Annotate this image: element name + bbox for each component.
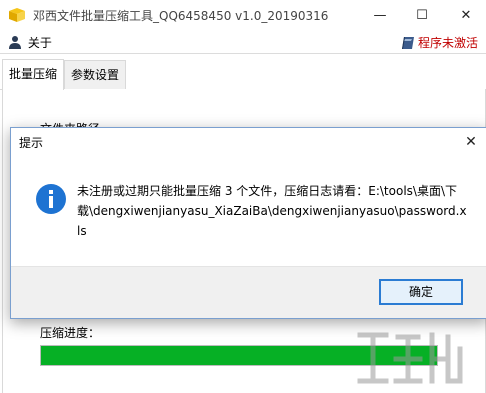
tab-strip: 批量压缩 参数设置 <box>0 59 486 90</box>
maximize-button[interactable]: ☐ <box>402 0 442 31</box>
book-icon <box>401 37 414 49</box>
dialog-titlebar: 提示 ✕ <box>11 128 486 157</box>
tab-settings[interactable]: 参数设置 <box>64 60 127 89</box>
window-title: 邓西文件批量压缩工具_QQ6458450 v1.0_20190316 <box>33 9 329 23</box>
close-button[interactable]: ✕ <box>446 0 486 31</box>
user-icon <box>9 36 21 49</box>
dialog-close-button[interactable]: ✕ <box>454 128 486 157</box>
dialog-footer: 确定 <box>11 266 486 318</box>
minimize-button[interactable]: — <box>360 0 400 31</box>
ok-button[interactable]: 确定 <box>379 279 463 305</box>
unactivated-label: 程序未激活 <box>417 36 478 50</box>
unactivated-menu[interactable]: 程序未激活 <box>401 34 478 51</box>
menu-bar: 关于 程序未激活 <box>0 31 486 54</box>
info-icon <box>36 184 66 214</box>
dialog-body: 未注册或过期只能批量压缩 3 个文件，压缩日志请看：E:\tools\桌面\下载… <box>11 157 486 267</box>
dialog-message: 未注册或过期只能批量压缩 3 个文件，压缩日志请看：E:\tools\桌面\下载… <box>77 184 467 238</box>
progress-label: 压缩进度： <box>40 326 101 340</box>
dialog-title: 提示 <box>19 136 44 150</box>
message-dialog: 提示 ✕ 未注册或过期只能批量压缩 3 个文件，压缩日志请看：E:\tools\… <box>10 127 486 319</box>
about-label: 关于 <box>27 36 52 50</box>
about-menu[interactable]: 关于 <box>9 34 52 50</box>
watermark-logo <box>357 332 463 384</box>
window-titlebar: 邓西文件批量压缩工具_QQ6458450 v1.0_20190316 — ☐ ✕ <box>0 0 486 32</box>
tab-batch-compress[interactable]: 批量压缩 <box>2 59 65 90</box>
box-icon <box>9 8 25 22</box>
